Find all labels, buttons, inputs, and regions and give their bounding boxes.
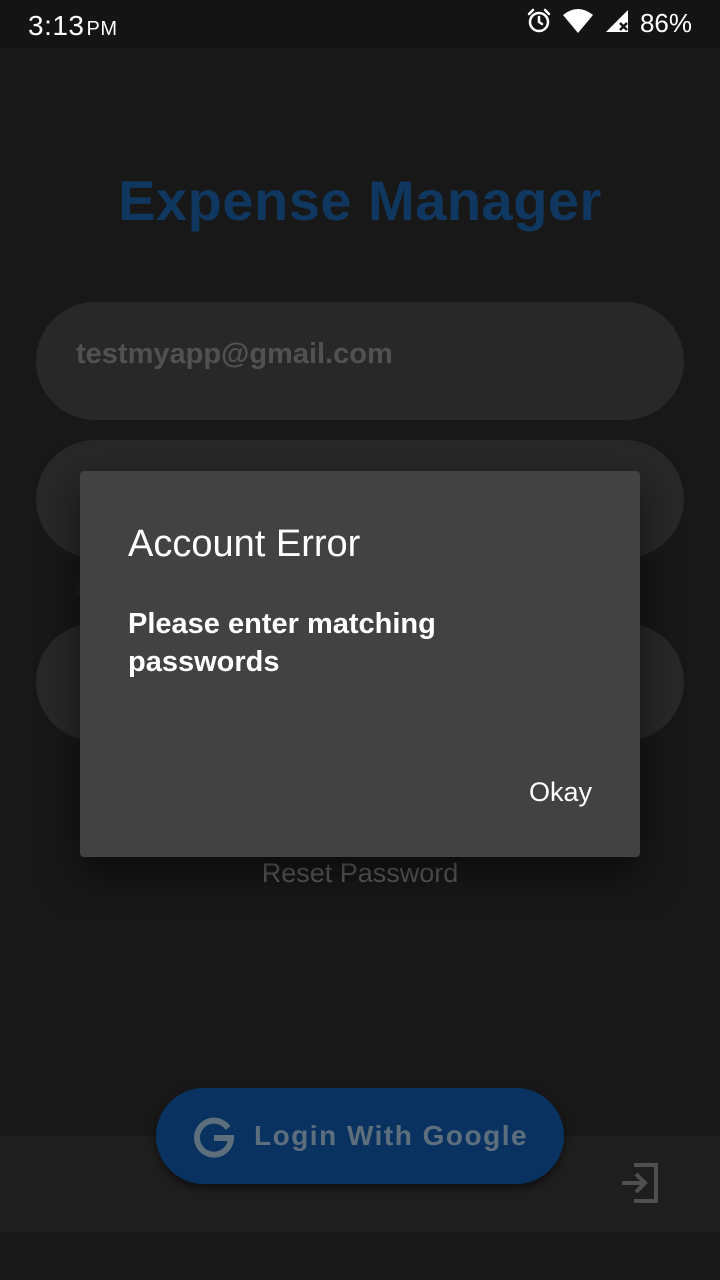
status-time: 3:13 PM <box>28 10 118 42</box>
okay-button-label: Okay <box>528 777 592 807</box>
status-clock: 3:13 <box>28 10 85 41</box>
status-ampm: PM <box>86 18 118 40</box>
wifi-icon <box>562 8 594 39</box>
okay-button[interactable]: Okay <box>529 777 592 808</box>
status-bar: 3:13 PM 86% <box>0 0 720 48</box>
dialog-message: Please enter matching passwords <box>128 608 436 678</box>
dialog-title: Account Error <box>128 523 361 565</box>
battery-percent: 86% <box>639 8 692 38</box>
status-icons: 86% <box>526 8 692 39</box>
alarm-icon <box>526 8 552 39</box>
cell-signal-icon <box>604 8 630 39</box>
account-error-dialog: Account Error Please enter matching pass… <box>80 471 640 857</box>
